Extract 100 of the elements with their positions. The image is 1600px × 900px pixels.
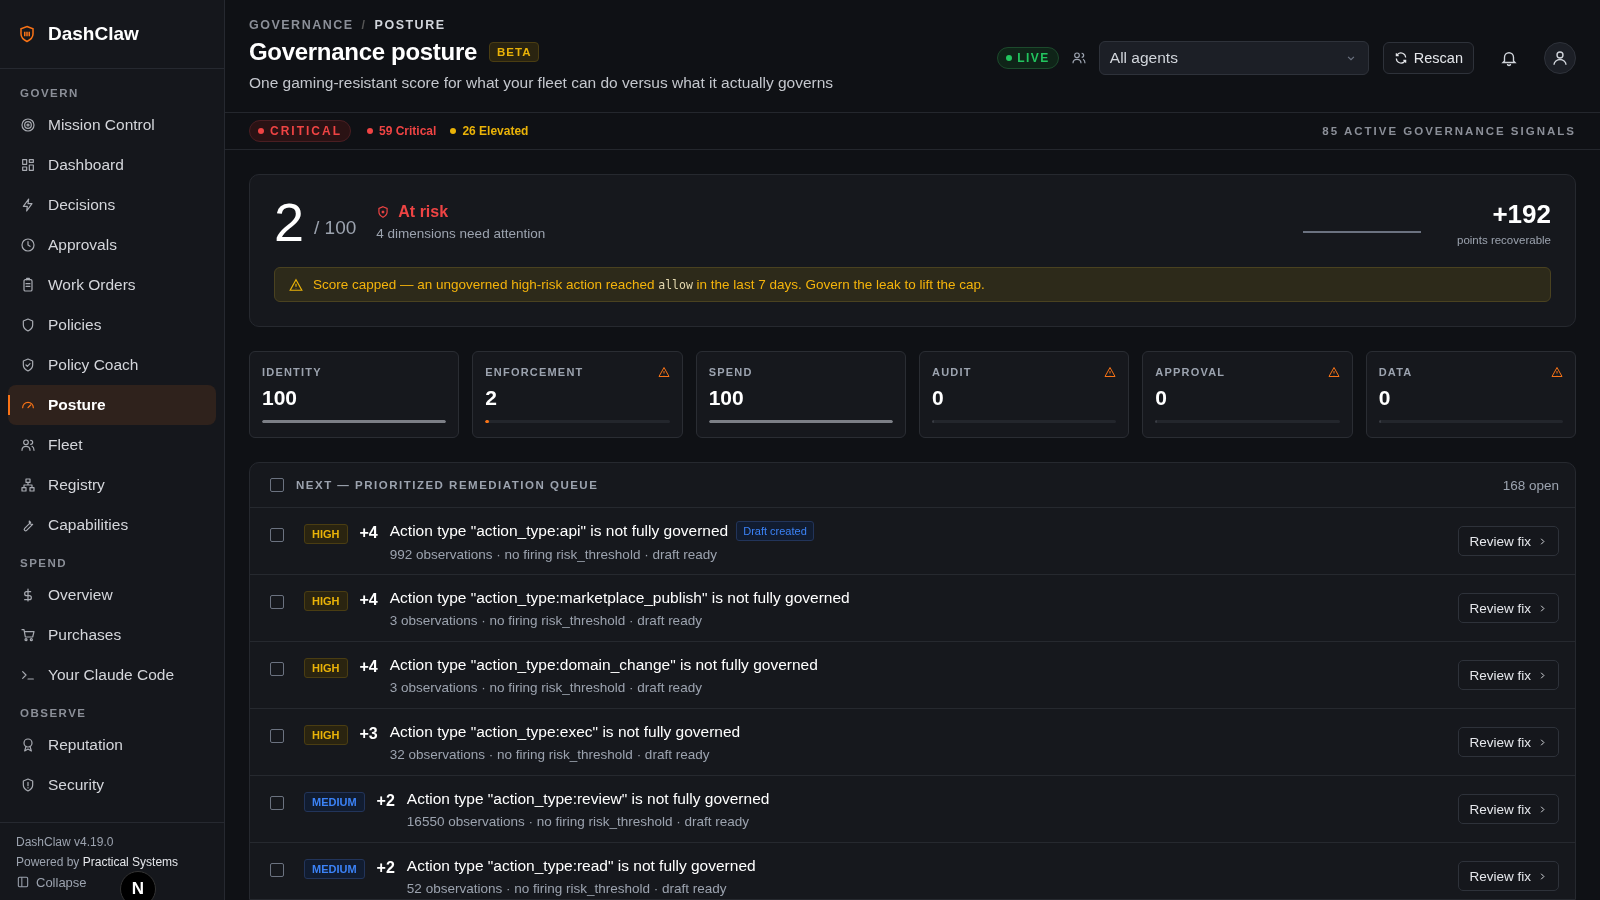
- checkbox[interactable]: [270, 662, 284, 676]
- checkbox[interactable]: [270, 478, 284, 492]
- sidebar-item[interactable]: Registry: [8, 465, 216, 505]
- severity-badge: HIGH: [304, 524, 348, 544]
- beta-badge: BETA: [489, 42, 540, 62]
- issue-meta: 32 observations · no firing risk_threshold · draft ready: [389, 746, 711, 762]
- review-fix-button[interactable]: Review fix: [1458, 593, 1559, 623]
- dimension-value: 0: [932, 386, 945, 410]
- severity-badge: HIGH: [304, 658, 348, 678]
- points-value: +2: [376, 859, 395, 877]
- recoverable-label: points recoverable: [1457, 233, 1551, 246]
- users-icon: [1070, 50, 1087, 66]
- points-value: +4: [359, 524, 378, 542]
- checkbox[interactable]: [270, 528, 284, 542]
- open-count: 168 open: [1502, 477, 1559, 493]
- breadcrumb-item: /: [361, 18, 367, 32]
- severity-badge: MEDIUM: [304, 792, 365, 812]
- shield-logo-icon: [18, 24, 36, 44]
- nav-icon: [20, 627, 36, 643]
- risk-state: At risk: [398, 203, 449, 221]
- draft-tag: Draft created: [736, 520, 814, 541]
- user-icon: [1551, 49, 1569, 67]
- points-value: +4: [359, 658, 378, 676]
- live-badge: LIVE: [997, 47, 1059, 69]
- sidebar-item[interactable]: Purchases: [8, 615, 216, 655]
- dimension-label: SPEND: [708, 366, 753, 378]
- version-text: DashClaw v4.19.0: [16, 834, 115, 849]
- bell-icon[interactable]: [1500, 49, 1518, 67]
- sidebar-item[interactable]: Overview: [8, 575, 216, 615]
- score-max: / 100: [314, 217, 357, 239]
- dimension-label: APPROVAL: [1155, 366, 1226, 378]
- sidebar-item[interactable]: Your Claude Code: [8, 655, 216, 695]
- brand-name: DashClaw: [48, 23, 139, 45]
- dimension-value: 100: [708, 386, 745, 410]
- issue-title: Action type "action_type:review" is not fully governed: [406, 789, 770, 808]
- section-heading: GOVERN: [19, 86, 80, 101]
- issue-meta: 992 observations · no firing risk_threshold · draft ready: [389, 546, 718, 562]
- review-fix-button[interactable]: Review fix: [1458, 727, 1559, 757]
- severity-badge: MEDIUM: [304, 859, 365, 879]
- agent-select[interactable]: All agents: [1098, 41, 1369, 75]
- signal-count: 59 Critical: [379, 124, 437, 138]
- sidebar-item[interactable]: Approvals: [8, 225, 216, 265]
- user-avatar-button[interactable]: [1544, 42, 1576, 74]
- warning-text: Score capped — an ungoverned high-risk action reached allow in the last 7 days. Govern the leak to lift the cap.: [313, 277, 985, 292]
- issue-title: Action type "action_type:domain_change" is not fully governed: [389, 655, 818, 674]
- severity-badge: HIGH: [304, 591, 348, 611]
- sidebar-item[interactable]: Fleet: [8, 425, 216, 465]
- refresh-icon: [1393, 51, 1408, 65]
- sidebar-item[interactable]: Policies: [8, 305, 216, 345]
- issue-meta: 52 observations · no firing risk_threshold · draft ready: [406, 880, 728, 896]
- dimension-label: AUDIT: [932, 366, 972, 378]
- checkbox[interactable]: [270, 729, 284, 743]
- sidebar-item[interactable]: Work Orders: [8, 265, 216, 305]
- sidebar-item[interactable]: Policy Coach: [8, 345, 216, 385]
- issue-title: Action type "action_type:exec" is not fully governed: [389, 722, 741, 741]
- breadcrumb-item: POSTURE: [374, 18, 446, 32]
- queue-title: NEXT — PRIORITIZED REMEDIATION QUEUE: [296, 479, 599, 491]
- page-subtitle: One gaming-resistant score for what your fleet can do versus what it actually governs: [249, 74, 834, 92]
- points-value: +3: [359, 725, 378, 743]
- issue-title: Action type "action_type:read" is not fully governed: [406, 856, 756, 875]
- issue-meta: 16550 observations · no firing risk_threshold · draft ready: [406, 813, 751, 829]
- issue-title: Action type "action_type:api" is not fully governed: [389, 521, 729, 540]
- dimension-value: 2: [485, 386, 498, 410]
- sidebar-item[interactable]: Dashboard: [8, 145, 216, 185]
- review-fix-button[interactable]: Review fix: [1458, 526, 1559, 556]
- signal-count: 26 Elevated: [462, 124, 529, 138]
- review-fix-button[interactable]: Review fix: [1458, 660, 1559, 690]
- points-value: +2: [376, 792, 395, 810]
- warning-icon: [289, 277, 303, 292]
- dimension-label: DATA: [1378, 366, 1413, 378]
- signals-count: 85 ACTIVE GOVERNANCE SIGNALS: [1322, 125, 1576, 137]
- checkbox[interactable]: [270, 863, 284, 877]
- dimension-value: 100: [262, 386, 299, 410]
- rescan-button[interactable]: Rescan: [1382, 42, 1474, 74]
- checkbox[interactable]: [270, 796, 284, 810]
- dimension-value: 0: [1155, 386, 1168, 410]
- dev-badge-button[interactable]: N: [120, 870, 156, 900]
- shield-x-icon: [376, 205, 391, 219]
- nav-icon: [20, 237, 36, 253]
- breadcrumb-item[interactable]: GOVERNANCE: [249, 18, 354, 32]
- sidebar-item[interactable]: Decisions: [8, 185, 216, 225]
- risk-detail: 4 dimensions need attention: [376, 226, 546, 241]
- collapse-button[interactable]: Collapse: [16, 874, 87, 890]
- sidebar-item[interactable]: Posture: [8, 385, 216, 425]
- nav-icon: [20, 117, 36, 133]
- sidebar-item[interactable]: Mission Control: [8, 105, 216, 145]
- powered-by-text: Powered by Practical Systems: [16, 854, 180, 869]
- dimension-label: ENFORCEMENT: [485, 366, 584, 378]
- nav-icon: [20, 277, 36, 293]
- review-fix-button[interactable]: Review fix: [1458, 861, 1559, 891]
- sidebar-item[interactable]: Capabilities: [8, 505, 216, 545]
- sidebar-panel-icon: [16, 875, 30, 889]
- sidebar-item[interactable]: Security: [8, 765, 216, 805]
- score-value: 2: [274, 195, 305, 249]
- review-fix-button[interactable]: Review fix: [1458, 794, 1559, 824]
- points-value: +4: [359, 591, 378, 609]
- section-heading: SPEND: [19, 556, 69, 571]
- issue-title: Action type "action_type:marketplace_publish" is not fully governed: [389, 588, 850, 607]
- sidebar-item[interactable]: Reputation: [8, 725, 216, 765]
- checkbox[interactable]: [270, 595, 284, 609]
